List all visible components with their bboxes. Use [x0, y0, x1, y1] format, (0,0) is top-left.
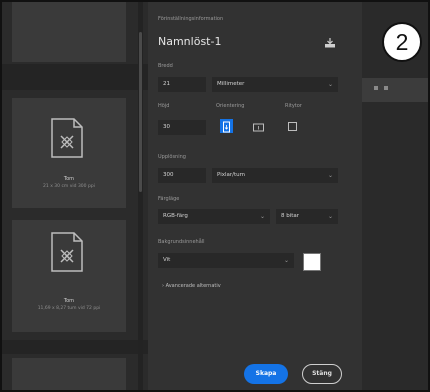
height-value: 30 [163, 124, 170, 130]
color-mode-select[interactable]: RGB-färg ⌄ [158, 209, 270, 224]
chevron-down-icon: ⌄ [283, 257, 289, 264]
background-contents-select[interactable]: Vit ⌄ [158, 253, 294, 268]
screenshot-frame: Tom 21 x 30 cm vid 300 ppi Tom 11,69 x 8… [0, 0, 430, 392]
library-header-band [2, 64, 148, 90]
small-icon [384, 86, 388, 90]
height-input[interactable]: 30 [158, 120, 206, 135]
preset-card-title: Tom [63, 176, 75, 182]
width-label: Bredd [158, 63, 173, 69]
close-button[interactable]: Stäng [302, 364, 342, 384]
advanced-options-toggle[interactable]: › Avancerade alternativ [162, 283, 221, 289]
portrait-icon [223, 121, 230, 133]
height-label: Höjd [158, 103, 170, 109]
save-preset-icon[interactable] [324, 38, 336, 48]
preset-card-partial[interactable] [12, 358, 126, 390]
color-mode-value: RGB-färg [163, 213, 188, 219]
preset-card-partial[interactable] [12, 2, 126, 62]
resolution-unit-value: Pixlar/tum [217, 172, 245, 178]
resolution-label: Upplösning [158, 154, 186, 160]
landscape-orientation-button[interactable] [252, 119, 265, 133]
bit-depth-value: 8 bitar [281, 213, 300, 219]
resolution-unit-select[interactable]: Pixlar/tum ⌄ [212, 168, 338, 183]
background-contents-label: Bakgrundsinnehåll [158, 239, 205, 245]
preset-details-header: Förinställningsinformation [158, 16, 224, 22]
background-contents-value: Vit [163, 257, 171, 263]
preset-library-panel: Tom 21 x 30 cm vid 300 ppi Tom 11,69 x 8… [2, 2, 148, 390]
preset-details-panel: Förinställningsinformation Namnlöst-1 Br… [148, 2, 362, 390]
small-icon [374, 86, 378, 90]
chevron-down-icon: ⌄ [327, 172, 333, 179]
preset-card[interactable]: Tom 21 x 30 cm vid 300 ppi [12, 98, 126, 208]
workspace-toolbar-strip [362, 78, 428, 102]
library-separator-band [2, 340, 148, 354]
resolution-value: 300 [163, 172, 174, 178]
preset-card-size: 11,69 x 8,27 tum vid 72 ppi [37, 306, 101, 311]
create-button[interactable]: Skapa [244, 364, 288, 384]
background-color-swatch[interactable] [303, 253, 321, 271]
width-unit-value: Millimeter [217, 81, 245, 87]
chevron-down-icon: ⌄ [259, 213, 265, 220]
document-name-input[interactable]: Namnlöst-1 [158, 35, 333, 53]
library-scrollbar-thumb[interactable] [139, 32, 142, 192]
chevron-right-icon: › [162, 283, 164, 289]
preset-card-title: Tom [63, 298, 75, 304]
orientation-label: Orientering [216, 103, 245, 109]
step-number-badge: 2 [382, 22, 422, 62]
advanced-options-label: Avancerade alternativ [165, 283, 221, 289]
artboards-label: Ritytor [285, 103, 302, 109]
width-value: 21 [163, 81, 170, 87]
resolution-input[interactable]: 300 [158, 168, 206, 183]
portrait-orientation-button[interactable] [220, 119, 233, 133]
preset-card[interactable]: Tom 11,69 x 8,27 tum vid 72 ppi [12, 220, 126, 332]
preset-card-size: 21 x 30 cm vid 300 ppi [43, 184, 95, 189]
color-mode-label: Färgläge [158, 196, 180, 202]
blank-document-icon [51, 118, 83, 158]
blank-document-icon [51, 232, 83, 272]
bit-depth-select[interactable]: 8 bitar ⌄ [276, 209, 338, 224]
artboards-checkbox[interactable] [288, 122, 297, 131]
width-unit-select[interactable]: Millimeter ⌄ [212, 77, 338, 92]
landscape-icon [253, 123, 264, 132]
width-input[interactable]: 21 [158, 77, 206, 92]
chevron-down-icon: ⌄ [327, 213, 333, 220]
chevron-down-icon: ⌄ [327, 81, 333, 88]
